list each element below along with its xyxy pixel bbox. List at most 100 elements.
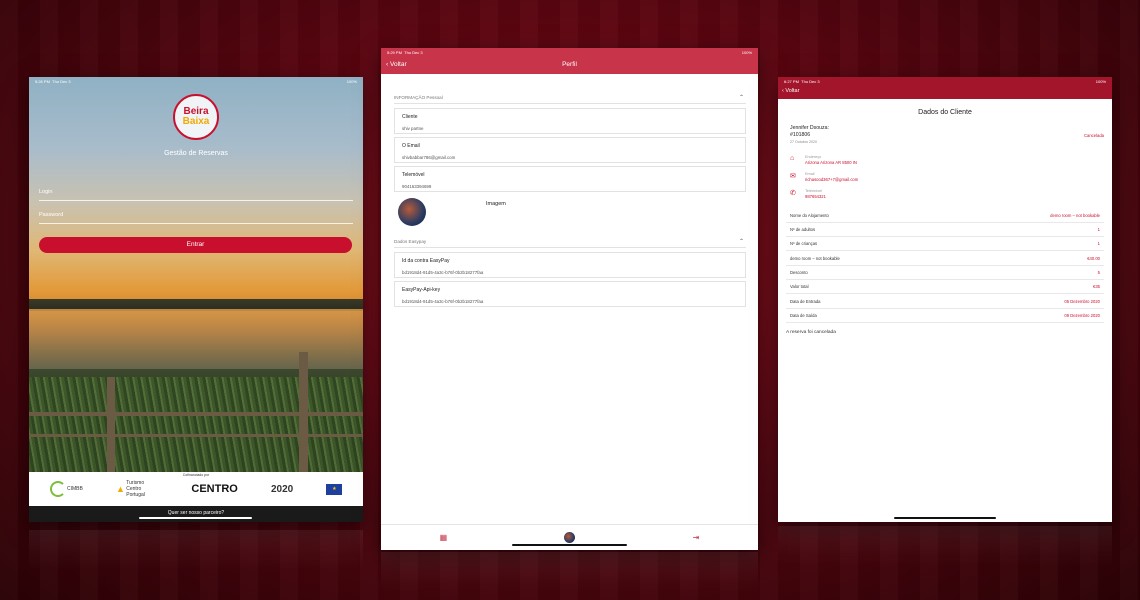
field-value: bd1918d4-91d5-4a3c-b76f-0b2b18277faa — [402, 270, 484, 275]
lake-reflection — [29, 309, 363, 369]
detail-value: 1 — [1097, 227, 1100, 232]
field-label: Cliente — [402, 114, 418, 120]
status-date: Thu Dec 3 — [404, 49, 423, 55]
detail-row: Nome do Alojamento demo room – not bookab… — [786, 209, 1104, 223]
chevron-up-icon[interactable]: ⌃ — [739, 94, 744, 101]
cofinanced-label: Cofinanciado por — [182, 473, 210, 477]
home-icon: ⌂ — [790, 155, 795, 162]
section-easypay[interactable]: Dados Easypay ⌃ — [394, 236, 746, 248]
back-label: Voltar — [785, 88, 800, 94]
field-easypay-api-key[interactable]: EasyPay-Api-key bd1918d4-91d5-4a3c-b76f-… — [394, 281, 746, 307]
chevron-left-icon: ‹ — [782, 88, 784, 94]
field-cliente[interactable]: Cliente shiv partne — [394, 108, 746, 134]
detail-value: 1 — [1097, 241, 1100, 246]
logout-icon[interactable]: ⇥ — [693, 533, 700, 542]
field-value: 904163394699 — [402, 184, 432, 189]
status-time: 5:29 PM — [387, 49, 402, 55]
contact-label: Telemóvel — [805, 189, 823, 193]
detail-key: Nº de adultos — [790, 227, 816, 232]
booking-date: 27 Outubro 2020 — [790, 140, 817, 144]
logo-text-line2: Baixa — [182, 116, 210, 127]
enter-button[interactable]: Entrar — [39, 237, 352, 253]
field-telemovel[interactable]: Telemóvel 904163394699 — [394, 166, 746, 192]
contact-value: richasood367+7@gmail.com — [805, 177, 859, 182]
field-value: bd1918d4-91d5-4a3c-b76f-0b2b18277faa — [402, 299, 484, 304]
login-input[interactable]: Login — [39, 187, 353, 201]
battery-level: 100% — [741, 49, 752, 55]
back-button[interactable]: ‹ Voltar — [782, 88, 799, 94]
contact-label: Email — [805, 172, 815, 176]
battery-level: 100% — [346, 78, 357, 84]
contact-phone[interactable]: ✆ Telemóvel 987654321 — [790, 189, 826, 199]
sponsor-centro: CENTRO — [191, 483, 238, 495]
detail-key: demo room – not bookable — [790, 256, 840, 261]
reflection — [381, 552, 758, 592]
detail-key: Nome do Alojamento — [790, 213, 829, 218]
mail-icon: ✉ — [790, 173, 796, 180]
detail-row: Nº de crianças 1 — [786, 237, 1104, 251]
nav-bar: 5:29 PM Thu Dec 3 100% ‹ Voltar Perfil — [381, 48, 758, 74]
tab-bar: ▦ ⇥ — [381, 524, 758, 550]
reflection — [29, 530, 363, 570]
fence-rail-bottom — [29, 434, 363, 437]
detail-key: Valor total — [790, 284, 809, 289]
section-title: Dados Easypay — [394, 239, 427, 244]
home-indicator[interactable] — [512, 544, 627, 546]
fence-post — [107, 377, 115, 472]
field-email[interactable]: O Email shivbabbar786@gmail.com — [394, 137, 746, 163]
image-label: Imagem — [486, 201, 506, 207]
login-screen: 5:26 PM Thu Dec 3 100% Beira Baixa Gestã… — [29, 77, 363, 522]
detail-value: demo room – not bookable — [1050, 213, 1100, 218]
detail-value: 5 — [1097, 270, 1100, 275]
eu-flag-icon: ★ — [326, 483, 343, 495]
field-label: O Email — [402, 143, 420, 149]
booking-id: #101806 — [790, 132, 811, 138]
home-indicator[interactable] — [894, 517, 996, 519]
contact-label: Endereço — [805, 155, 822, 159]
field-label: Id da contra EasyPay — [402, 258, 450, 264]
sponsor-2020: 2020 — [270, 483, 294, 495]
status-date: Thu Dec 3 — [52, 78, 71, 84]
detail-key: Nº de crianças — [790, 241, 818, 246]
status-bar: 5:29 PM Thu Dec 3 100% — [381, 48, 758, 56]
partner-link[interactable]: Quer ser nosso parceiro? — [29, 506, 363, 522]
portugal-2020-logo: 2020 — [271, 484, 293, 495]
reeds — [29, 377, 363, 472]
centro-logo: CENTRO — [191, 483, 237, 495]
detail-row: Data de Saída 09 Dezembro 2020 — [786, 309, 1104, 323]
client-name: Jennifer Dsouza: — [790, 125, 829, 131]
contact-value: Arizona Arizona AR 8500 IN — [805, 160, 857, 165]
status-time: 6:27 PM — [784, 78, 799, 84]
nav-bar: 6:27 PM Thu Dec 3 100% ‹ Voltar — [778, 77, 1112, 99]
status-date: Thu Dec 3 — [801, 78, 820, 84]
cimbb-ring-icon — [49, 481, 66, 497]
detail-value: €40.00 — [1087, 256, 1100, 261]
field-value: shiv partne — [402, 126, 424, 131]
field-label: EasyPay-Api-key — [402, 287, 441, 293]
field-easypay-id[interactable]: Id da contra EasyPay bd1918d4-91d5-4a3c-… — [394, 252, 746, 278]
perfil-screen: 5:29 PM Thu Dec 3 100% ‹ Voltar Perfil I… — [381, 48, 758, 550]
status-bar: 6:27 PM Thu Dec 3 100% — [778, 77, 1112, 85]
turismo-icon: ▲ — [115, 484, 125, 494]
contact-address: ⌂ Endereço Arizona Arizona AR 8500 IN — [790, 155, 857, 165]
profile-tab-avatar[interactable] — [564, 532, 576, 543]
contact-email[interactable]: ✉ Email richasood367+7@gmail.com — [790, 172, 858, 182]
chevron-up-icon[interactable]: ⌃ — [739, 238, 744, 245]
profile-avatar[interactable] — [398, 198, 426, 226]
detail-row: Valor total €35 — [786, 280, 1104, 294]
detail-row: Nº de adultos 1 — [786, 223, 1104, 237]
section-title: INFORMAÇÃO Pessoal — [394, 95, 443, 100]
detail-value: €35 — [1093, 284, 1100, 289]
eu-logo: ★ — [326, 483, 343, 495]
cimbb-logo: CIMBB — [49, 481, 83, 497]
calendar-icon[interactable]: ▦ — [440, 533, 448, 542]
detail-row: Desconto 5 — [786, 266, 1104, 280]
detail-value: 05 Dezembro 2020 — [1064, 299, 1100, 304]
detail-key: Data de Saída — [790, 313, 817, 318]
contact-value: 987654321 — [805, 194, 826, 199]
sponsor-turismo: Turismo Centro Portugal — [126, 480, 145, 498]
home-indicator[interactable] — [139, 517, 252, 519]
fence-rail-top — [29, 412, 363, 416]
section-personal-info[interactable]: INFORMAÇÃO Pessoal ⌃ — [394, 92, 746, 104]
password-input[interactable]: Password — [39, 210, 353, 224]
